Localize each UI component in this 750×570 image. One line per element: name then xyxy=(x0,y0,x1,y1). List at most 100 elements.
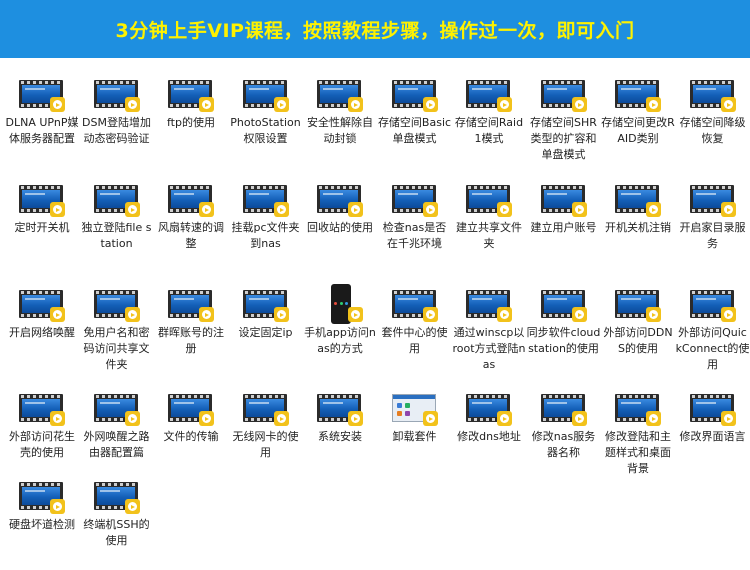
video-file-item[interactable]: 开启家目录服务 xyxy=(676,185,750,252)
video-file-label: 终端机SSH的使用 xyxy=(83,518,150,547)
video-icon xyxy=(466,394,512,426)
video-icon xyxy=(19,185,65,217)
video-file-item[interactable]: 修改dns地址 xyxy=(452,394,526,445)
play-badge-icon xyxy=(124,202,140,217)
screenshot-video-icon xyxy=(391,394,438,426)
video-file-item[interactable]: 外部访问花生壳的使用 xyxy=(5,394,79,461)
video-file-label: 定时开关机 xyxy=(14,221,70,234)
video-icon xyxy=(242,290,289,322)
video-file-label: 存储空间降级恢复 xyxy=(679,116,746,145)
video-file-item[interactable]: 修改登陆和主题样式和桌面背景 xyxy=(601,394,675,477)
video-file-item[interactable]: 建立共享文件夹 xyxy=(452,185,526,252)
video-icon xyxy=(93,290,140,322)
play-badge-icon xyxy=(124,411,140,426)
video-file-item[interactable]: 修改界面语言 xyxy=(676,394,750,445)
video-file-item[interactable]: 文件的传输 xyxy=(154,394,228,445)
video-file-item[interactable]: 外部访问DDNS的使用 xyxy=(601,290,675,357)
video-icon xyxy=(242,80,289,112)
video-file-item[interactable]: DSM登陆增加动态密码验证 xyxy=(80,80,154,147)
video-icon xyxy=(615,185,661,217)
video-file-label: 存储空间SHR类型的扩容和单盘模式 xyxy=(530,116,597,161)
video-icon xyxy=(168,290,214,322)
video-icon xyxy=(615,290,661,322)
video-file-item[interactable]: 硬盘坏道检测 xyxy=(5,482,79,533)
video-file-item[interactable]: 无线网卡的使用 xyxy=(229,394,303,461)
video-file-label: 独立登陆file station xyxy=(81,221,152,250)
video-icon xyxy=(317,80,363,112)
video-icon xyxy=(615,80,661,112)
video-icon xyxy=(168,80,214,112)
video-icon xyxy=(19,394,65,426)
play-badge-icon xyxy=(273,307,289,322)
video-file-label: 免用户名和密码访问共享文件夹 xyxy=(83,326,150,371)
play-badge-icon xyxy=(422,307,438,322)
video-file-item[interactable]: ftp的使用 xyxy=(154,80,228,131)
video-icon xyxy=(317,185,363,217)
video-file-label: 通过winscp以root方式登陆nas xyxy=(452,326,526,371)
video-icon xyxy=(689,394,736,426)
video-file-label: 同步软件cloud station的使用 xyxy=(526,326,601,355)
video-file-label: 修改dns地址 xyxy=(457,430,521,443)
video-file-label: 建立共享文件夹 xyxy=(456,221,522,250)
video-icon xyxy=(540,80,587,112)
phone-video-icon xyxy=(317,284,363,324)
video-file-item[interactable]: 存储空间SHR类型的扩容和单盘模式 xyxy=(527,80,601,163)
video-file-item[interactable]: 定时开关机 xyxy=(5,185,79,236)
video-file-item[interactable]: 外部访问QuickConnect的使用 xyxy=(676,290,750,373)
video-icon xyxy=(168,185,214,217)
video-icon xyxy=(466,80,512,112)
play-badge-icon xyxy=(348,307,363,322)
play-badge-icon xyxy=(273,411,289,426)
video-file-item[interactable]: 同步软件cloud station的使用 xyxy=(527,290,601,357)
video-file-item[interactable]: 套件中心的使用 xyxy=(378,290,452,357)
video-icon xyxy=(242,185,289,217)
video-file-item[interactable]: 开机关机注销 xyxy=(601,185,675,236)
play-badge-icon xyxy=(720,307,736,322)
video-file-item[interactable]: 群晖账号的注册 xyxy=(154,290,228,357)
video-file-item[interactable]: PhotoStation权限设置 xyxy=(229,80,303,147)
video-file-item[interactable]: 独立登陆file station xyxy=(80,185,154,252)
play-badge-icon xyxy=(50,202,65,217)
video-file-item[interactable]: 卸载套件 xyxy=(378,394,452,445)
video-file-label: 存储空间更改RAID类别 xyxy=(601,116,675,145)
video-file-item[interactable]: 设定固定ip xyxy=(229,290,303,341)
video-file-item[interactable]: 建立用户账号 xyxy=(527,185,601,236)
video-icon xyxy=(19,482,65,514)
video-icon xyxy=(391,80,438,112)
play-badge-icon xyxy=(199,97,214,112)
play-badge-icon xyxy=(646,202,661,217)
video-file-item[interactable]: 存储空间Basic单盘模式 xyxy=(378,80,452,147)
play-badge-icon xyxy=(571,411,587,426)
video-file-item[interactable]: 开启网络唤醒 xyxy=(5,290,79,341)
video-file-item[interactable]: 终端机SSH的使用 xyxy=(80,482,154,549)
video-file-item[interactable]: 系统安装 xyxy=(303,394,377,445)
video-file-label: ftp的使用 xyxy=(167,116,215,129)
video-file-label: 卸载套件 xyxy=(392,430,437,443)
video-file-item[interactable]: 风扇转速的调整 xyxy=(154,185,228,252)
video-file-label: 修改界面语言 xyxy=(679,430,746,443)
video-file-item[interactable]: 存储空间更改RAID类别 xyxy=(601,80,675,147)
video-file-item[interactable]: 安全性解除自动封锁 xyxy=(303,80,377,147)
video-file-item[interactable]: 外网唤醒之路由器配置篇 xyxy=(80,394,154,461)
play-badge-icon xyxy=(50,411,65,426)
video-file-item[interactable]: 存储空间降级恢复 xyxy=(676,80,750,147)
video-icon xyxy=(93,482,140,514)
video-file-label: 套件中心的使用 xyxy=(381,326,448,355)
video-file-item[interactable]: 免用户名和密码访问共享文件夹 xyxy=(80,290,154,373)
video-file-item[interactable]: 通过winscp以root方式登陆nas xyxy=(452,290,526,373)
play-badge-icon xyxy=(646,97,661,112)
play-badge-icon xyxy=(497,307,512,322)
play-badge-icon xyxy=(646,411,661,426)
play-badge-icon xyxy=(571,202,587,217)
video-icon xyxy=(615,394,661,426)
video-file-item[interactable]: 存储空间Raid1模式 xyxy=(452,80,526,147)
video-file-item[interactable]: 检查nas是否在千兆环境 xyxy=(378,185,452,252)
video-file-item[interactable]: DLNA UPnP媒体服务器配置 xyxy=(5,80,79,147)
play-badge-icon xyxy=(571,307,587,322)
video-icon xyxy=(466,290,512,322)
video-file-item[interactable]: 回收站的使用 xyxy=(303,185,377,236)
video-file-item[interactable]: 手机app访问nas的方式 xyxy=(303,284,377,357)
video-file-item[interactable]: 修改nas服务器名称 xyxy=(527,394,601,461)
video-icon xyxy=(689,80,736,112)
video-file-item[interactable]: 挂载pc文件夹到nas xyxy=(229,185,303,252)
